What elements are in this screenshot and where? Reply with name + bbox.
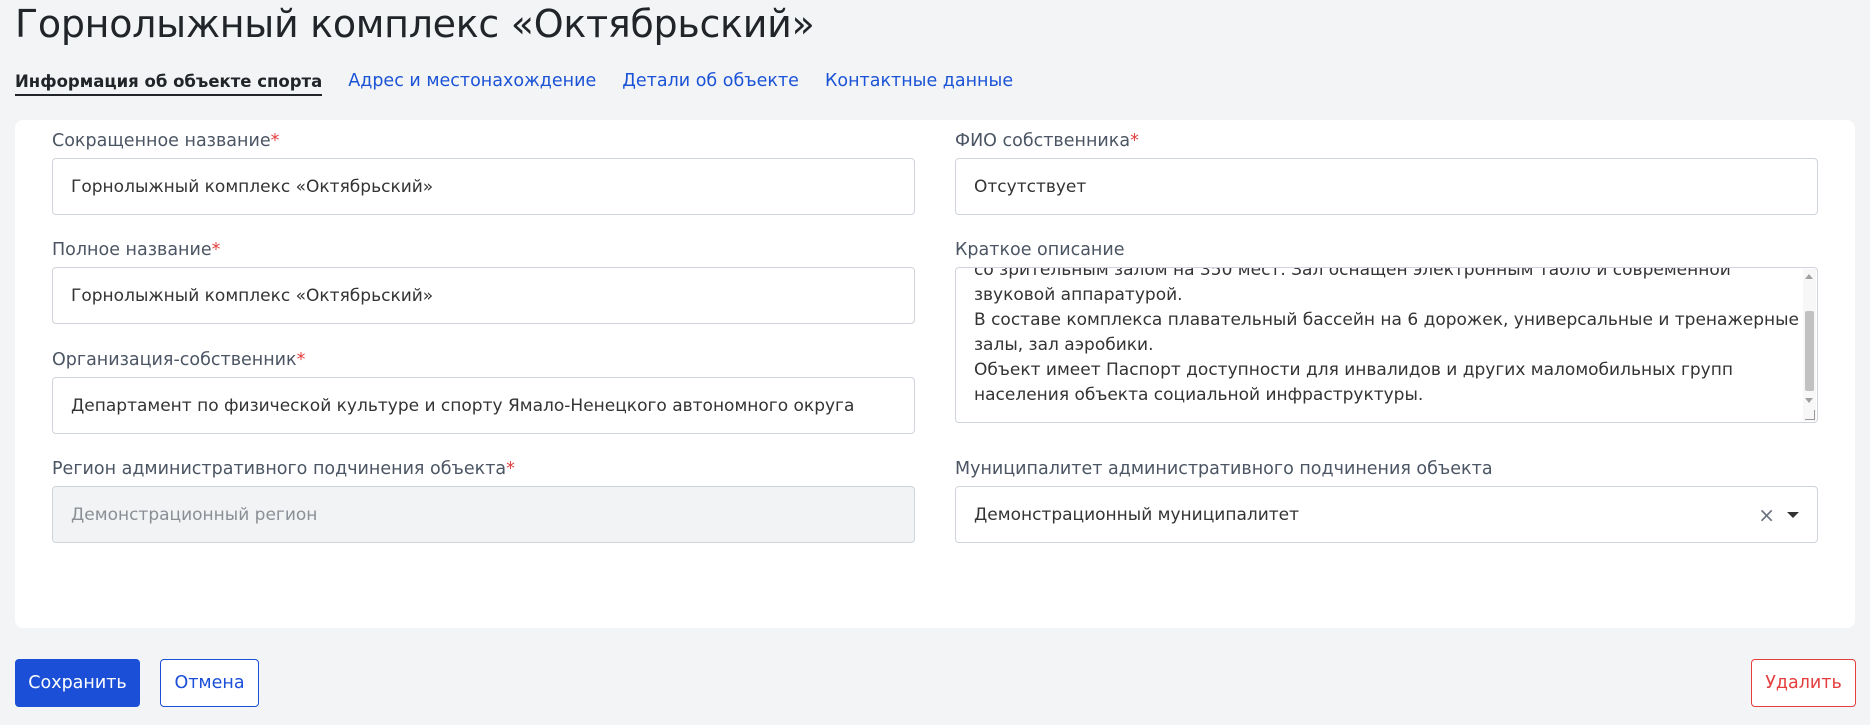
description-line: со зрительным залом на 350 мест. Зал осн… <box>974 267 1731 280</box>
cancel-button[interactable]: Отмена <box>160 659 259 707</box>
page-title: Горнолыжный комплекс «Октябрьский» <box>15 2 815 46</box>
tab-object-info[interactable]: Информация об объекте спорта <box>15 71 323 96</box>
select-controls: × <box>1758 487 1799 542</box>
region-label: Регион административного подчинения объе… <box>52 459 515 479</box>
owner-name-label: ФИО собственника* <box>955 131 1139 151</box>
owner-name-input[interactable]: Отсутствует <box>955 158 1818 215</box>
chevron-down-icon[interactable] <box>1787 511 1799 518</box>
description-textarea[interactable]: со зрительным залом на 350 мест. Зал осн… <box>955 267 1818 423</box>
short-name-label: Сокращенное название* <box>52 131 280 151</box>
save-button[interactable]: Сохранить <box>15 659 140 707</box>
municipality-label: Муниципалитет административного подчинен… <box>955 459 1493 479</box>
clear-icon[interactable]: × <box>1758 505 1775 525</box>
description-line: Объект имеет Паспорт доступности для инв… <box>974 360 1733 380</box>
required-mark: * <box>270 131 280 151</box>
owner-org-field: Организация-собственник* Департамент по … <box>52 348 915 434</box>
required-mark: * <box>211 240 221 260</box>
description-text: со зрительным залом на 350 мест. Зал осн… <box>974 267 1800 408</box>
description-label: Краткое описание <box>955 240 1125 260</box>
tab-object-details[interactable]: Детали об объекте <box>622 71 799 96</box>
delete-button[interactable]: Удалить <box>1751 659 1856 707</box>
tab-bar: Информация об объекте спорта Адрес и мес… <box>15 71 1013 96</box>
owner-org-input[interactable]: Департамент по физической культуре и спо… <box>52 377 915 434</box>
scroll-up-arrow-icon[interactable] <box>1805 274 1813 279</box>
municipality-value: Демонстрационный муниципалитет <box>974 504 1300 525</box>
description-line: населения объекта социальной инфраструкт… <box>974 385 1424 405</box>
owner-org-label: Организация-собственник* <box>52 350 306 370</box>
municipality-select[interactable]: Демонстрационный муниципалитет × <box>955 486 1818 543</box>
description-scrollbar[interactable] <box>1803 269 1816 421</box>
required-mark: * <box>506 459 515 479</box>
description-line: звуковой аппаратурой. <box>974 285 1183 305</box>
tab-contacts[interactable]: Контактные данные <box>825 71 1013 96</box>
municipality-field: Муниципалитет административного подчинен… <box>955 457 1818 543</box>
owner-name-field: ФИО собственника* Отсутствует <box>955 129 1818 215</box>
scroll-down-arrow-icon[interactable] <box>1805 398 1813 403</box>
resize-grip-icon[interactable] <box>1805 410 1815 420</box>
description-line: В составе комплекса плавательный бассейн… <box>974 310 1800 330</box>
short-name-input[interactable]: Горнолыжный комплекс «Октябрьский» <box>52 158 915 215</box>
required-mark: * <box>1130 131 1139 151</box>
short-name-field: Сокращенное название* Горнолыжный компле… <box>52 129 915 215</box>
scroll-thumb[interactable] <box>1805 311 1814 391</box>
required-mark: * <box>296 350 306 370</box>
full-name-field: Полное название* Горнолыжный комплекс «О… <box>52 238 915 324</box>
full-name-input[interactable]: Горнолыжный комплекс «Октябрьский» <box>52 267 915 324</box>
region-field: Регион административного подчинения объе… <box>52 457 915 543</box>
description-field: Краткое описание со зрительным залом на … <box>955 238 1818 423</box>
description-line: залы, зал аэробики. <box>974 335 1154 355</box>
tab-address[interactable]: Адрес и местонахождение <box>348 71 596 96</box>
form-card: Сокращенное название* Горнолыжный компле… <box>15 120 1855 628</box>
region-input: Демонстрационный регион <box>52 486 915 543</box>
full-name-label: Полное название* <box>52 240 221 260</box>
